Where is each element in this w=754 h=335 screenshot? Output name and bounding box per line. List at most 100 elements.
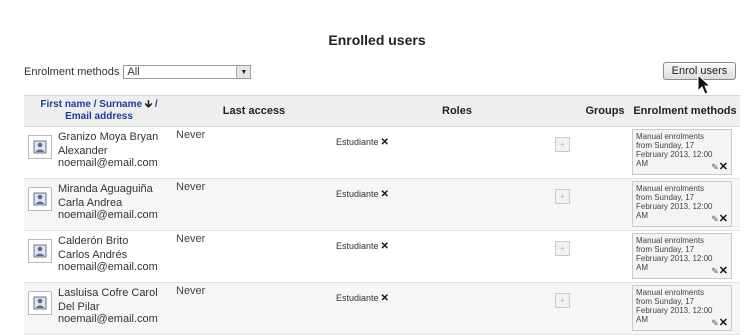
enrolment-line-1: Manual enrolments — [636, 236, 705, 245]
page-title: Enrolled users — [328, 32, 426, 48]
last-access-value: Never — [176, 285, 206, 297]
enrolment-cell: Manual enrolments from Sunday, 17 Februa… — [630, 282, 740, 335]
user-fullname-line1[interactable]: Lasluisa Cofre Carol — [58, 285, 158, 299]
enrolment-method-filter: Enrolment methods All ▼ — [24, 65, 252, 79]
table-row: Granizo Moya Bryan Alexander noemail@ema… — [24, 126, 740, 179]
unenrol-x-icon[interactable]: ✕ — [719, 317, 728, 329]
roles-cell: Estudiante ✕ + — [334, 230, 580, 283]
user-fullname-line1[interactable]: Miranda Aguaguiña — [58, 181, 158, 195]
enrolment-method-box: Manual enrolments from Sunday, 17 Februa… — [632, 285, 732, 331]
sort-down-arrow-icon: 🡳 — [144, 99, 153, 110]
sort-by-name-link[interactable]: First name / Surname — [40, 99, 142, 110]
user-picture-icon[interactable] — [28, 187, 52, 211]
user-cell: Lasluisa Cofre Carol Del Pilar noemail@e… — [24, 282, 174, 335]
enrolment-method-box: Manual enrolments from Sunday, 17 Februa… — [632, 129, 732, 175]
enrolment-cell: Manual enrolments from Sunday, 17 Februa… — [630, 178, 740, 231]
user-picture-icon[interactable] — [28, 135, 52, 159]
enrolment-line-1: Manual enrolments — [636, 288, 705, 297]
user-fullname-line2[interactable]: Carlos Andrés — [58, 247, 158, 261]
roles-cell: Estudiante ✕ + — [334, 282, 580, 335]
role-badge: Estudiante ✕ — [336, 285, 389, 304]
groups-cell — [580, 282, 630, 335]
user-fullname-line1[interactable]: Granizo Moya Bryan — [58, 129, 158, 143]
enrolment-line-1: Manual enrolments — [636, 132, 705, 141]
last-access-cell: Never — [174, 282, 334, 335]
enrolment-line-2: from Sunday, 17 — [636, 297, 695, 306]
enrolment-cell: Manual enrolments from Sunday, 17 Februa… — [630, 230, 740, 283]
enrolment-line-3: February 2013, 12:00 — [636, 254, 713, 263]
groups-cell — [580, 178, 630, 231]
table-row: Miranda Aguaguiña Carla Andrea noemail@e… — [24, 178, 740, 231]
header-roles: Roles — [334, 95, 580, 127]
enrolment-method-select[interactable]: All ▼ — [123, 65, 252, 79]
table-row: Calderón Brito Carlos Andrés noemail@ema… — [24, 230, 740, 283]
role-name: Estudiante — [336, 293, 379, 303]
role-name: Estudiante — [336, 241, 379, 251]
remove-role-x-icon[interactable]: ✕ — [381, 293, 389, 304]
remove-role-x-icon[interactable]: ✕ — [381, 189, 389, 200]
edit-pencil-icon[interactable]: ✎ — [711, 266, 719, 276]
enrolment-line-3: February 2013, 12:00 — [636, 306, 713, 315]
remove-role-x-icon[interactable]: ✕ — [381, 137, 389, 148]
remove-role-x-icon[interactable]: ✕ — [381, 241, 389, 252]
enrolment-line-2: from Sunday, 17 — [636, 245, 695, 254]
filter-label: Enrolment methods — [24, 66, 120, 78]
user-fullname-line2[interactable]: Del Pilar — [58, 299, 158, 313]
last-access-cell: Never — [174, 126, 334, 179]
enrolment-method-box: Manual enrolments from Sunday, 17 Februa… — [632, 233, 732, 279]
add-role-plus-icon[interactable]: + — [555, 241, 570, 256]
user-email: noemail@email.com — [58, 157, 158, 169]
enrolled-users-table: First name / Surname 🡳 / Email address L… — [24, 95, 740, 335]
groups-cell — [580, 126, 630, 179]
last-access-value: Never — [176, 233, 206, 245]
edit-pencil-icon[interactable]: ✎ — [711, 318, 719, 328]
enrolment-line-3: February 2013, 12:00 — [636, 150, 713, 159]
user-fullname-line2[interactable]: Alexander — [58, 143, 158, 157]
last-access-value: Never — [176, 181, 206, 193]
header-groups: Groups — [580, 95, 630, 127]
user-fullname-line1[interactable]: Calderón Brito — [58, 233, 158, 247]
edit-pencil-icon[interactable]: ✎ — [711, 214, 719, 224]
user-fullname-line2[interactable]: Carla Andrea — [58, 195, 158, 209]
sort-by-email-link[interactable]: Email address — [65, 111, 133, 122]
add-role-plus-icon[interactable]: + — [555, 189, 570, 204]
enrolment-method-box: Manual enrolments from Sunday, 17 Februa… — [632, 181, 732, 227]
header-last-access[interactable]: Last access — [174, 95, 334, 127]
table-header-row: First name / Surname 🡳 / Email address L… — [24, 95, 740, 127]
header-enrolment-methods: Enrolment methods — [630, 95, 740, 127]
user-email: noemail@email.com — [58, 261, 158, 273]
enrolment-line-1: Manual enrolments — [636, 184, 705, 193]
user-cell: Miranda Aguaguiña Carla Andrea noemail@e… — [24, 178, 174, 231]
user-picture-icon[interactable] — [28, 291, 52, 315]
last-access-cell: Never — [174, 230, 334, 283]
add-role-plus-icon[interactable]: + — [555, 293, 570, 308]
header-name: First name / Surname 🡳 / Email address — [24, 95, 174, 127]
groups-cell — [580, 230, 630, 283]
last-access-value: Never — [176, 129, 206, 141]
edit-pencil-icon[interactable]: ✎ — [711, 162, 719, 172]
roles-cell: Estudiante ✕ + — [334, 178, 580, 231]
role-badge: Estudiante ✕ — [336, 181, 389, 200]
table-row: Lasluisa Cofre Carol Del Pilar noemail@e… — [24, 282, 740, 335]
chevron-down-icon[interactable]: ▼ — [236, 66, 251, 78]
role-name: Estudiante — [336, 189, 379, 199]
user-email: noemail@email.com — [58, 313, 158, 325]
unenrol-x-icon[interactable]: ✕ — [719, 161, 728, 173]
add-role-plus-icon[interactable]: + — [555, 137, 570, 152]
enrolment-cell: Manual enrolments from Sunday, 17 Februa… — [630, 126, 740, 179]
unenrol-x-icon[interactable]: ✕ — [719, 265, 728, 277]
enrolment-line-2: from Sunday, 17 — [636, 193, 695, 202]
user-cell: Calderón Brito Carlos Andrés noemail@ema… — [24, 230, 174, 283]
select-value: All — [127, 66, 140, 78]
user-cell: Granizo Moya Bryan Alexander noemail@ema… — [24, 126, 174, 179]
mouse-pointer-icon — [697, 74, 712, 95]
last-access-cell: Never — [174, 178, 334, 231]
user-picture-icon[interactable] — [28, 239, 52, 263]
enrolment-line-3: February 2013, 12:00 — [636, 202, 713, 211]
roles-cell: Estudiante ✕ + — [334, 126, 580, 179]
user-email: noemail@email.com — [58, 209, 158, 221]
enrolment-line-2: from Sunday, 17 — [636, 141, 695, 150]
role-badge: Estudiante ✕ — [336, 233, 389, 252]
role-name: Estudiante — [336, 137, 379, 147]
unenrol-x-icon[interactable]: ✕ — [719, 213, 728, 225]
